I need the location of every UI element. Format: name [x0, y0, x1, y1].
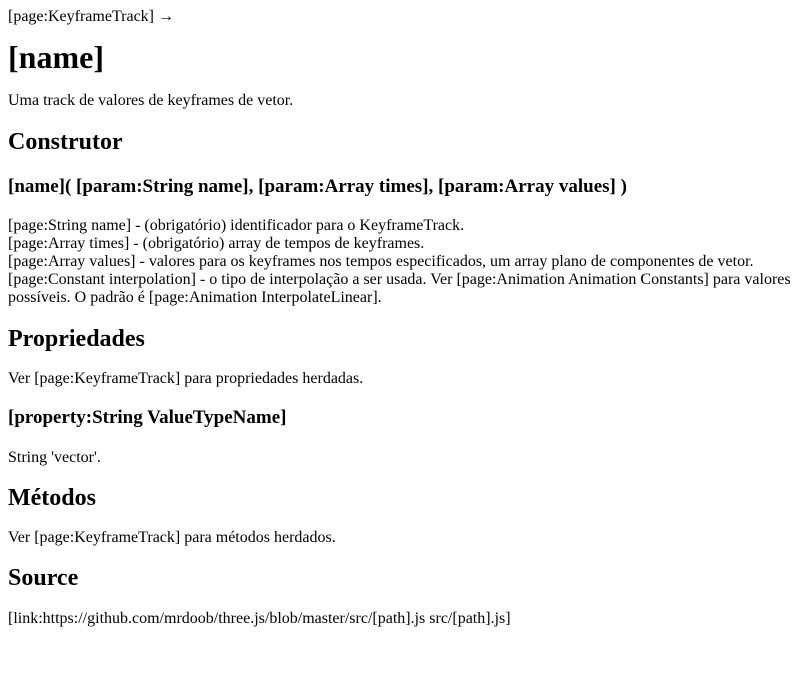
param-times-desc: [page:Array times] - (obrigatório) array…: [8, 235, 425, 252]
source-heading: Source: [8, 565, 79, 591]
constructor-heading: Construtor: [8, 129, 123, 155]
property-value-text: String 'vector'.: [8, 449, 101, 466]
methods-heading: Métodos: [8, 485, 96, 511]
constructor-signature: [name]( [param:String name], [param:Arra…: [8, 176, 627, 197]
param-values-desc: [page:Array values] - valores para os ke…: [8, 253, 754, 270]
properties-inherited-text: Ver [page:KeyframeTrack] para propriedad…: [8, 370, 364, 387]
param-name-desc: [page:String name] - (obrigatório) ident…: [8, 217, 465, 234]
page-description: Uma track de valores de keyframes de vet…: [8, 92, 294, 109]
breadcrumb[interactable]: [page:KeyframeTrack] →: [8, 8, 792, 26]
constructor-params: [page:String name] - (obrigatório) ident…: [8, 217, 792, 307]
page-title: [name]: [8, 39, 104, 75]
properties-heading: Propriedades: [8, 326, 145, 352]
param-interpolation-desc: [page:Constant interpolation] - o tipo d…: [8, 271, 791, 306]
property-value-type-name: [property:String ValueTypeName]: [8, 407, 287, 428]
source-link[interactable]: [link:https://github.com/mrdoob/three.js…: [8, 610, 792, 628]
methods-inherited-text: Ver [page:KeyframeTrack] para métodos he…: [8, 529, 336, 546]
